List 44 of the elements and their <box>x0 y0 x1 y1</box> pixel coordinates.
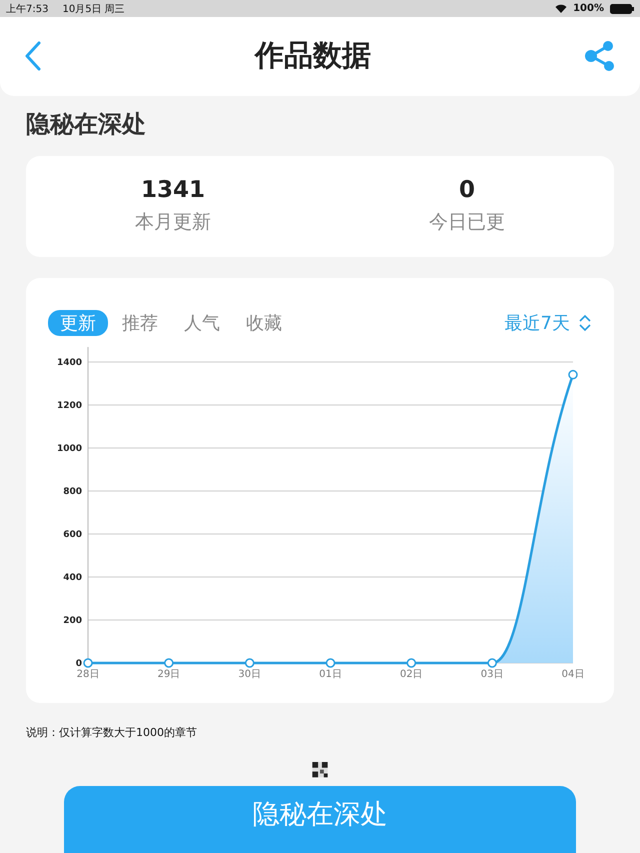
stat-value: 1341 <box>140 177 205 204</box>
axis-label: 29日 <box>157 669 180 680</box>
up-down-chevron-icon <box>578 313 592 334</box>
work-title: 隐秘在深处 <box>26 108 147 140</box>
chart-tab[interactable]: 收藏 <box>234 310 294 336</box>
data-point <box>164 658 174 668</box>
axis-label: 1400 <box>56 358 82 368</box>
data-point <box>406 658 416 668</box>
status-time: 上午7:53 <box>6 2 48 16</box>
chart-tab[interactable]: 更新 <box>48 310 108 336</box>
stat-label: 本月更新 <box>135 210 211 236</box>
range-selector[interactable]: 最近7天 <box>504 311 592 336</box>
axis-label: 600 <box>63 530 82 540</box>
axis-label: 200 <box>63 616 82 626</box>
axis-label: 0 <box>76 659 82 670</box>
data-point <box>487 658 497 668</box>
qr-code-icon <box>312 762 328 778</box>
chart-tab[interactable]: 推荐 <box>110 310 170 336</box>
axis-label: 04日 <box>562 669 584 680</box>
note-text: 说明：仅计算字数大于1000的章节 <box>26 725 198 740</box>
axis-label: 02日 <box>400 669 423 680</box>
axis-label: 800 <box>63 487 82 498</box>
axis-label: 03日 <box>480 669 504 680</box>
data-point <box>83 658 93 668</box>
data-point <box>244 658 254 668</box>
axis-label: 01日 <box>319 669 342 680</box>
axis-label: 1000 <box>56 444 82 454</box>
page-title: 作品数据 <box>255 37 371 74</box>
work-button[interactable]: 隐秘在深处 <box>64 786 576 853</box>
axis-label: 30日 <box>238 669 262 680</box>
back-icon[interactable] <box>24 41 42 72</box>
battery-icon <box>610 4 634 14</box>
chart-tab[interactable]: 人气 <box>172 310 232 336</box>
data-point <box>568 370 578 380</box>
data-point <box>326 658 336 668</box>
stat-label: 今日已更 <box>429 210 505 236</box>
status-date: 10月5日 周三 <box>62 2 125 16</box>
battery-percent: 100% <box>573 3 604 14</box>
axis-label: 400 <box>63 573 82 584</box>
axis-label: 28日 <box>76 669 100 680</box>
axis-label: 1200 <box>56 401 82 412</box>
stat-value: 0 <box>458 177 475 204</box>
wifi-icon <box>555 4 568 14</box>
share-icon[interactable] <box>584 40 616 72</box>
